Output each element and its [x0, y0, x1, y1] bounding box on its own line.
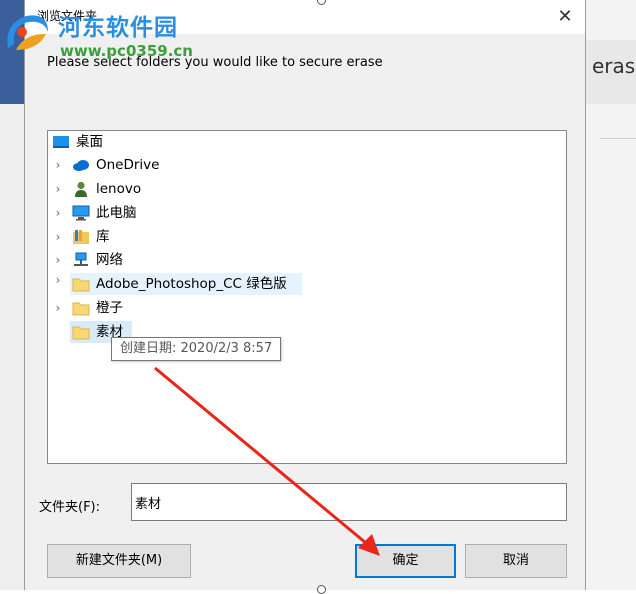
- tree-item-label: 此电脑: [96, 205, 137, 221]
- tree-item-label: 网络: [96, 252, 123, 268]
- close-button[interactable]: ✕: [553, 5, 577, 29]
- watermark: 河东软件园 www.pc0359.cn: [0, 2, 210, 66]
- tree-item-adobe-photoshop[interactable]: Adobe_Photoshop_CC 绿色版: [70, 273, 302, 295]
- tree-item-label: OneDrive: [96, 157, 160, 173]
- watermark-logo-icon: [7, 15, 48, 50]
- chevron-right-icon[interactable]: ›: [52, 226, 64, 248]
- computer-icon: [72, 205, 90, 221]
- tree-item-orange[interactable]: › 橙子: [48, 297, 566, 319]
- folder-icon: [72, 276, 90, 292]
- tree-item-onedrive[interactable]: › OneDrive: [48, 154, 566, 176]
- tree-item-label: 橙子: [96, 300, 123, 316]
- chevron-right-icon[interactable]: ›: [52, 273, 64, 295]
- chevron-right-icon[interactable]: ›: [52, 297, 64, 319]
- watermark-url: www.pc0359.cn: [60, 42, 193, 60]
- tree-item-libraries[interactable]: › 库: [48, 226, 566, 248]
- tree-item-label: 库: [96, 229, 110, 245]
- cloud-icon: [72, 157, 90, 173]
- background-divider: [600, 138, 636, 139]
- folder-icon: [72, 324, 90, 340]
- tree-item-label: Adobe_Photoshop_CC 绿色版: [96, 276, 287, 292]
- chevron-right-icon[interactable]: ›: [52, 202, 64, 224]
- tree-item-label: 桌面: [76, 134, 103, 150]
- chevron-right-icon[interactable]: ›: [52, 249, 64, 271]
- library-icon: [72, 229, 90, 245]
- network-icon: [72, 252, 90, 268]
- folder-icon: [72, 300, 90, 316]
- background-window-text: erase: [592, 54, 636, 78]
- tree-item-network[interactable]: › 网络: [48, 249, 566, 271]
- tooltip: 创建日期: 2020/2/3 8:57: [111, 337, 282, 361]
- desktop-icon: [52, 134, 70, 150]
- tree-item-lenovo[interactable]: › lenovo: [48, 178, 566, 200]
- tree-item-this-pc[interactable]: › 此电脑: [48, 202, 566, 224]
- user-icon: [72, 181, 90, 197]
- folder-field-label: 文件夹(F):: [39, 500, 101, 515]
- cancel-button[interactable]: 取消: [465, 544, 567, 578]
- chevron-right-icon[interactable]: ›: [52, 154, 64, 176]
- chevron-right-icon[interactable]: ›: [52, 178, 64, 200]
- browse-folder-dialog: 浏览文件夹 ✕ Please select folders you would …: [24, 0, 586, 590]
- new-folder-button[interactable]: 新建文件夹(M): [47, 544, 191, 578]
- tree-item-desktop[interactable]: 桌面: [48, 131, 566, 153]
- watermark-site-name: 河东软件园: [58, 15, 178, 41]
- folder-tree[interactable]: 桌面 › OneDrive › lenovo › 此电脑 › 库 › 网络 Ad…: [47, 130, 567, 464]
- ok-button[interactable]: 确定: [355, 544, 456, 578]
- tree-item-label: lenovo: [96, 181, 142, 197]
- folder-input[interactable]: [131, 483, 567, 521]
